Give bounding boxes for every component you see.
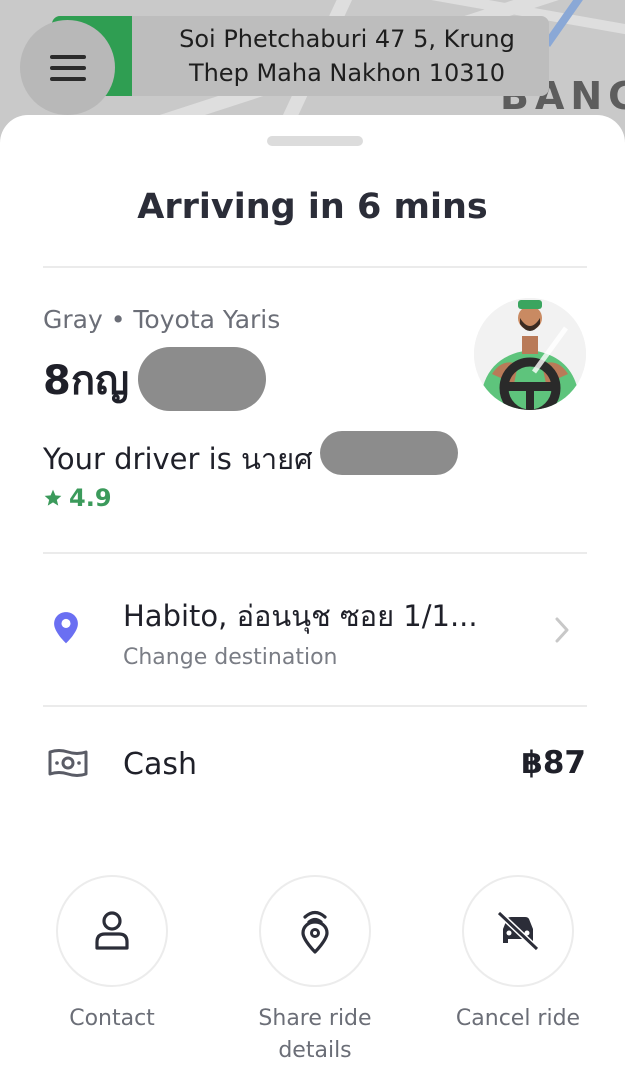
cancel-ride-button-circle[interactable]	[462, 875, 574, 987]
share-ride-label: Share ride details	[258, 1006, 372, 1063]
contact-button[interactable]: Contact	[27, 875, 197, 1035]
divider	[43, 552, 587, 554]
contact-button-circle[interactable]	[56, 875, 168, 987]
chevron-right-icon	[555, 617, 569, 643]
cancel-ride-label: Cancel ride	[455, 1006, 581, 1031]
payment-row[interactable]: Cash ฿87	[0, 707, 625, 817]
ride-actions: Contact Share ride details Cancel ride	[0, 875, 625, 1075]
sheet-drag-handle[interactable]	[267, 136, 363, 146]
contact-label: Contact	[69, 1006, 155, 1031]
menu-button[interactable]	[20, 20, 115, 115]
plate-redaction	[138, 347, 266, 411]
arrival-title: Arriving in 6 mins	[137, 187, 488, 227]
destination-row[interactable]: Habito, อ่อนนุช ซอย 1/1... Change destin…	[0, 555, 625, 705]
pickup-address-pill[interactable]: Soi Phetchaburi 47 5, Krung Thep Maha Na…	[52, 16, 549, 96]
pickup-address-line2: Thep Maha Nakhon 10310	[188, 59, 506, 87]
destination-title: Habito, อ่อนนุช ซอย 1/1...	[123, 599, 478, 633]
driver-name-redaction	[320, 431, 458, 475]
payment-method: Cash	[123, 747, 197, 782]
rating-value: 4.9	[69, 484, 112, 512]
fare-amount: ฿87	[521, 745, 586, 781]
license-plate: 8กญ	[43, 358, 130, 404]
ride-status-sheet: Arriving in 6 mins Gray • Toyota Yaris 8…	[0, 115, 625, 1081]
person-icon	[95, 911, 129, 950]
vehicle-description: Gray • Toyota Yaris	[43, 305, 281, 334]
driver-illustration-icon	[474, 298, 586, 410]
driver-avatar[interactable]	[474, 298, 586, 410]
pickup-address: Soi Phetchaburi 47 5, Krung Thep Maha Na…	[152, 22, 542, 90]
cancel-car-icon	[496, 911, 540, 951]
driver-rating: 4.9	[43, 484, 112, 512]
star-icon	[44, 489, 62, 506]
driver-name: Your driver is นายศ	[43, 442, 313, 476]
share-location-icon	[301, 910, 329, 954]
pickup-address-line1: Soi Phetchaburi 47 5, Krung	[179, 25, 515, 53]
location-pin-icon	[54, 612, 78, 644]
cash-icon	[48, 749, 88, 777]
change-destination-link[interactable]: Change destination	[123, 645, 338, 670]
share-ride-button[interactable]: Share ride details	[230, 875, 400, 1067]
hamburger-icon	[49, 54, 86, 81]
divider	[43, 266, 587, 268]
share-ride-button-circle[interactable]	[259, 875, 371, 987]
cancel-ride-button[interactable]: Cancel ride	[433, 875, 603, 1035]
